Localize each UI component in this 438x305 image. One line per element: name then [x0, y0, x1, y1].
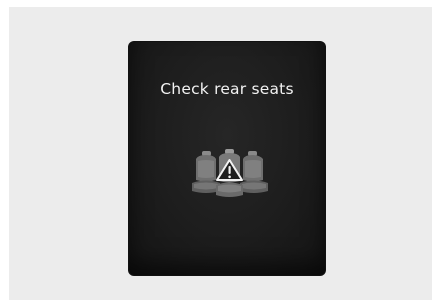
check-rear-seats-message: Check rear seats — [160, 80, 294, 98]
cluster-display: Check rear seats — [129, 42, 325, 275]
right-seat-icon — [240, 151, 268, 193]
left-seat-icon — [192, 151, 220, 193]
rear-seats-warning-icon — [192, 149, 268, 197]
